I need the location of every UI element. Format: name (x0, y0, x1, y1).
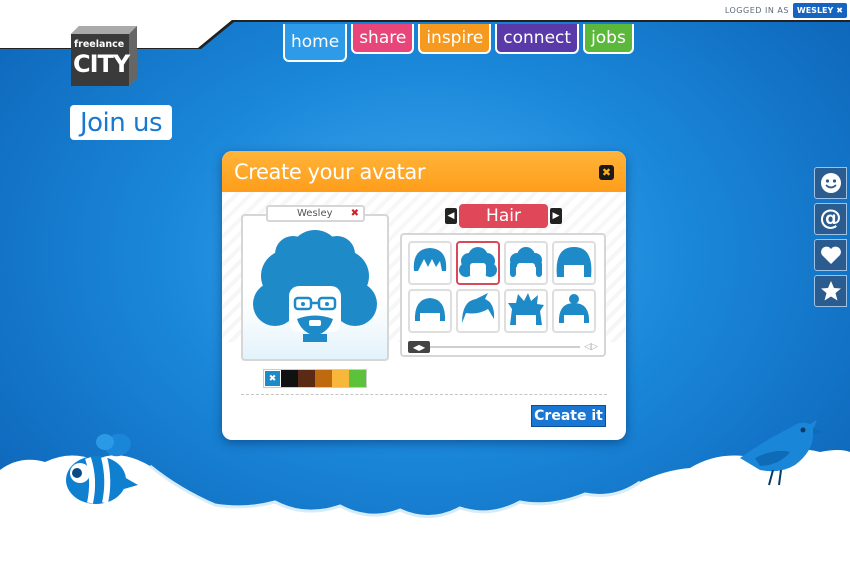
main-nav: home share inspire connect jobs (283, 24, 634, 62)
heart-icon (820, 246, 841, 264)
swatch-dark-brown[interactable] (298, 370, 315, 387)
hair-style-spiky-icon (508, 293, 544, 325)
category-label: Hair (459, 204, 548, 228)
prev-category-button[interactable]: ◀ (445, 208, 457, 224)
hair-style-1-icon (413, 248, 447, 271)
freelance-city-logo[interactable]: freelance CITY (71, 26, 137, 86)
swatch-black[interactable] (281, 370, 298, 387)
hair-style-afro-icon (459, 247, 497, 277)
nav-tab-share[interactable]: share (351, 24, 415, 54)
hair-style-4-icon (556, 247, 592, 277)
svg-text:CITY: CITY (73, 50, 131, 78)
logged-in-indicator: LOGGED IN AS WESLEY ✖ (725, 3, 847, 18)
swatch-blue[interactable]: ✖ (264, 370, 281, 387)
side-toolbar: @ (814, 167, 847, 307)
dialog-title: Create your avatar (234, 159, 426, 184)
nav-tab-label: connect (503, 28, 572, 48)
avatar-dialog: Create your avatar ✖ Wesley ✖ ✖ ◀ Hair ▶… (222, 151, 626, 440)
logout-icon[interactable]: ✖ (836, 6, 843, 15)
side-button-star[interactable] (814, 275, 847, 307)
hair-style-5-icon (414, 298, 446, 321)
side-button-at[interactable]: @ (814, 203, 847, 235)
hair-color-swatches: ✖ (263, 369, 367, 388)
nav-tab-label: jobs (591, 28, 626, 48)
dialog-divider (241, 394, 607, 395)
nav-tab-inspire[interactable]: inspire (418, 24, 492, 54)
hair-style-6-icon (462, 293, 495, 323)
nav-tab-jobs[interactable]: jobs (583, 24, 634, 54)
swatch-green[interactable] (349, 370, 366, 387)
nav-tab-home[interactable]: home (283, 24, 348, 62)
user-chip[interactable]: WESLEY ✖ (792, 3, 847, 18)
hair-options-scrollbar[interactable]: ◀▶ ◁▷ (408, 341, 600, 353)
hair-style-bun-icon (558, 294, 590, 323)
side-button-heart[interactable] (814, 239, 847, 271)
logged-in-label: LOGGED IN AS (724, 6, 789, 15)
swatch-orange-brown[interactable] (315, 370, 332, 387)
nav-tab-label: home (291, 32, 340, 52)
hair-option[interactable] (552, 241, 596, 285)
hair-option[interactable] (552, 289, 596, 333)
scroll-thumb[interactable]: ◀▶ (408, 341, 430, 353)
bird-mascot (740, 420, 823, 486)
hair-option[interactable] (504, 241, 548, 285)
category-selector: ◀ Hair ▶ (445, 204, 562, 228)
hair-options-panel: ◀▶ ◁▷ (400, 233, 606, 357)
hair-grid (408, 241, 596, 333)
nav-tab-label: share (359, 28, 407, 48)
hair-option-selected[interactable] (456, 241, 500, 285)
avatar-name-tag: Wesley ✖ (266, 205, 365, 222)
hair-option[interactable] (456, 289, 500, 333)
scroll-end-arrows-icon: ◁▷ (584, 342, 598, 352)
nav-tab-connect[interactable]: connect (495, 24, 580, 54)
remove-name-icon[interactable]: ✖ (351, 208, 359, 219)
dialog-header: Create your avatar (222, 151, 626, 192)
avatar-preview (241, 214, 389, 361)
star-icon (820, 281, 841, 301)
create-avatar-button[interactable]: Create it (531, 405, 606, 427)
chevron-left-icon: ◀ (447, 211, 455, 221)
hair-option[interactable] (504, 289, 548, 333)
avatar-name: Wesley (297, 208, 333, 219)
svg-text:freelance: freelance (74, 39, 124, 50)
username: WESLEY (796, 6, 834, 15)
at-icon: @ (819, 206, 842, 231)
smiley-icon (820, 173, 841, 193)
side-button-smiley[interactable] (814, 167, 847, 199)
next-category-button[interactable]: ▶ (550, 208, 562, 224)
nav-tab-label: inspire (426, 28, 484, 48)
page-title: Join us (70, 105, 172, 140)
hair-style-3-icon (510, 247, 542, 277)
hair-option[interactable] (408, 241, 452, 285)
chevron-right-icon: ▶ (552, 211, 560, 221)
left-right-arrows-icon: ◀▶ (412, 342, 426, 352)
close-button[interactable]: ✖ (599, 165, 614, 180)
scroll-track (430, 346, 580, 348)
hair-option[interactable] (408, 289, 452, 333)
swatch-yellow[interactable] (332, 370, 349, 387)
avatar-image (253, 230, 377, 342)
close-icon: ✖ (601, 166, 612, 179)
bee-mascot (66, 433, 138, 504)
